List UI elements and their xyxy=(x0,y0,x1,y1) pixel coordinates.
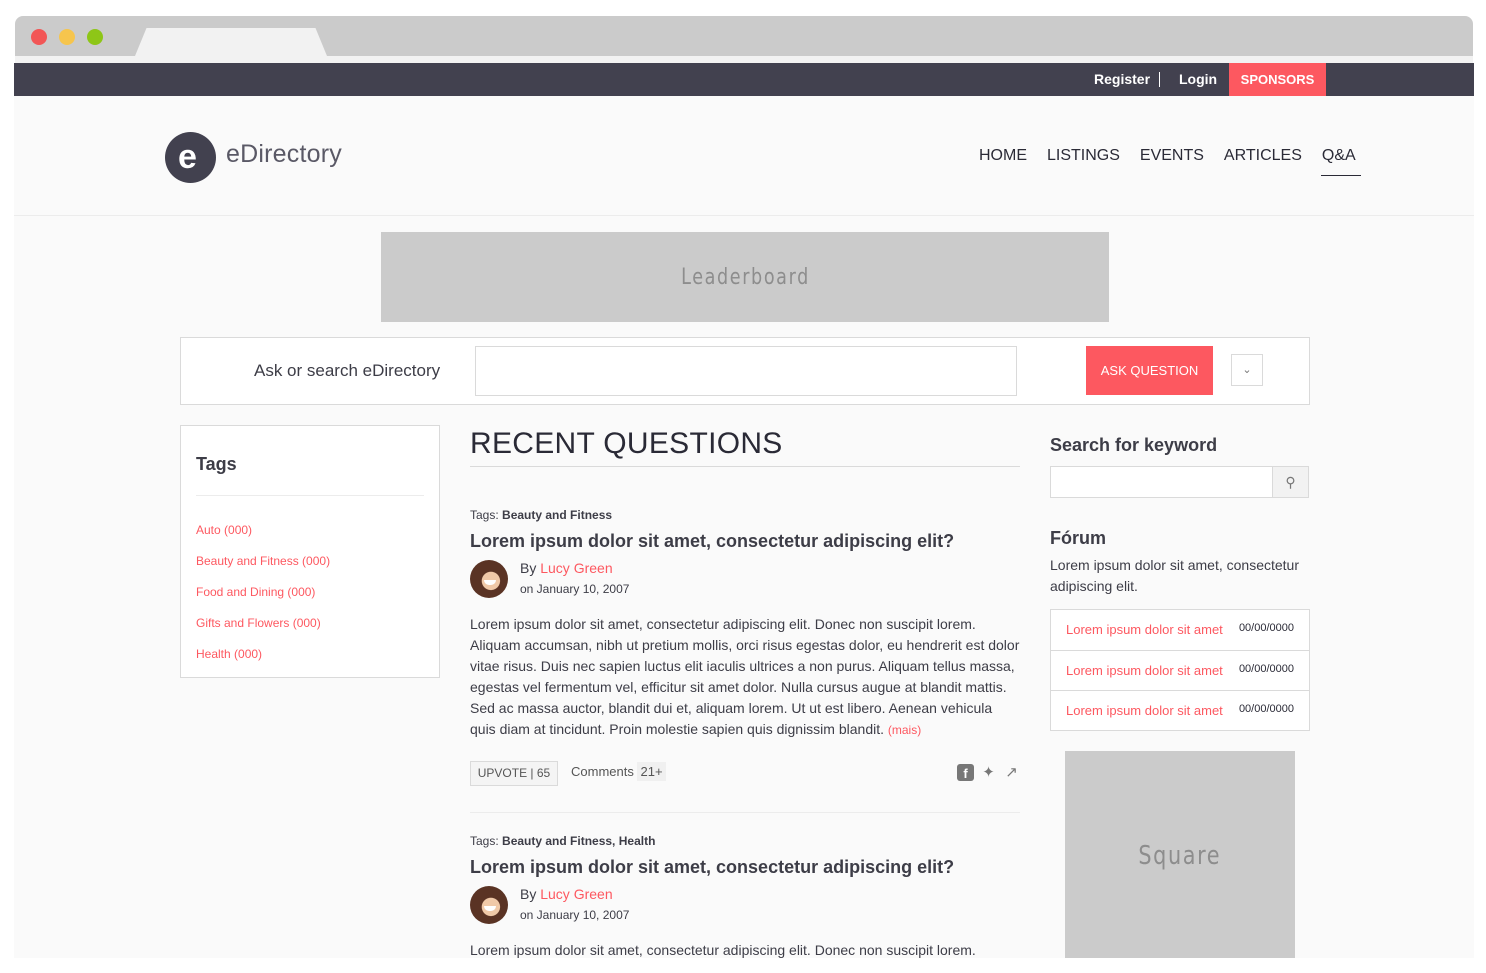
tags-panel: Tags Auto (000) Beauty and Fitness (000)… xyxy=(180,425,440,678)
facebook-icon[interactable]: f xyxy=(957,764,974,781)
question-body-text: Lorem ipsum dolor sit amet, consectetur … xyxy=(470,942,976,958)
nav-home[interactable]: HOME xyxy=(979,147,1027,175)
tags-list: Auto (000) Beauty and Fitness (000) Food… xyxy=(196,521,330,676)
question-title[interactable]: Lorem ipsum dolor sit amet, consectetur … xyxy=(470,857,1020,878)
forum-item-link[interactable]: Lorem ipsum dolor sit amet xyxy=(1066,622,1223,637)
leaderboard-ad-label: Leaderboard xyxy=(680,264,810,290)
register-link[interactable]: Register xyxy=(1094,63,1150,96)
nav-events[interactable]: EVENTS xyxy=(1140,147,1204,175)
section-title: RECENT QUESTIONS xyxy=(470,427,783,460)
question-body-text: Lorem ipsum dolor sit amet, consectetur … xyxy=(470,616,1020,737)
keyword-search-title: Search for keyword xyxy=(1050,435,1218,455)
tag-link-gifts-flowers[interactable]: Gifts and Flowers (000) xyxy=(196,616,321,630)
avatar[interactable] xyxy=(470,560,508,598)
forum-item-link[interactable]: Lorem ipsum dolor sit amet xyxy=(1066,663,1223,678)
by-prefix: By xyxy=(520,886,537,902)
tags-value[interactable]: Beauty and Fitness xyxy=(502,508,612,522)
top-bar: Register Login SPONSORS xyxy=(14,63,1474,96)
share-icon[interactable]: ↗ xyxy=(1003,764,1020,781)
forum-item-link[interactable]: Lorem ipsum dolor sit amet xyxy=(1066,703,1223,718)
question-author: By Lucy Green on January 10, 2007 xyxy=(470,886,1020,932)
keyword-search-field: ⚲ xyxy=(1050,466,1309,498)
browser-toolbar-strip xyxy=(15,56,1473,63)
question-date: on January 10, 2007 xyxy=(520,582,630,596)
logo-letter: e xyxy=(178,138,197,176)
comments-count: 21+ xyxy=(637,762,666,781)
ask-search-label: Ask or search eDirectory xyxy=(254,361,441,380)
read-more-link[interactable]: (mais) xyxy=(888,723,921,737)
author-link[interactable]: Lucy Green xyxy=(540,560,612,576)
tag-link-food-dining[interactable]: Food and Dining (000) xyxy=(196,585,315,599)
tag-link-health[interactable]: Health (000) xyxy=(196,647,262,661)
sponsors-button[interactable]: SPONSORS xyxy=(1229,63,1326,96)
search-icon[interactable]: ⚲ xyxy=(1272,467,1308,497)
question-title[interactable]: Lorem ipsum dolor sit amet, consectetur … xyxy=(470,531,1020,552)
forum-item: Lorem ipsum dolor sit amet 00/00/0000 xyxy=(1051,690,1309,730)
author-link[interactable]: Lucy Green xyxy=(540,886,612,902)
forum-item-date: 00/00/0000 xyxy=(1238,703,1294,715)
question-tags: Tags: Beauty and Fitness xyxy=(470,508,1020,522)
divider xyxy=(196,495,424,496)
divider xyxy=(470,466,1020,467)
square-ad[interactable]: Square xyxy=(1065,751,1295,958)
by-prefix: By xyxy=(520,560,537,576)
nav-listings[interactable]: LISTINGS xyxy=(1047,147,1120,175)
main-nav: HOME LISTINGS EVENTS ARTICLES Q&A xyxy=(979,147,1376,176)
recent-questions-section: RECENT QUESTIONS Tags: Beauty and Fitnes… xyxy=(470,425,1020,958)
question-author: By Lucy Green on January 10, 2007 xyxy=(470,560,1020,606)
author-line: By Lucy Green xyxy=(520,560,613,576)
ask-search-input[interactable] xyxy=(475,346,1017,396)
chevron-down-icon[interactable]: ⌄ xyxy=(1231,354,1263,386)
tags-value[interactable]: Beauty and Fitness, Health xyxy=(502,834,655,848)
topbar-separator xyxy=(1159,72,1160,87)
comments-link[interactable]: Comments 21+ xyxy=(571,762,666,781)
right-sidebar: Search for keyword ⚲ Fórum Lorem ipsum d… xyxy=(1050,425,1310,731)
tags-prefix: Tags: xyxy=(470,834,499,848)
keyword-search-input[interactable] xyxy=(1051,467,1271,497)
twitter-icon[interactable]: ✦ xyxy=(980,764,997,781)
forum-description: Lorem ipsum dolor sit amet, consectetur … xyxy=(1050,557,1299,594)
question-item: Tags: Beauty and Fitness, Health Lorem i… xyxy=(470,834,1020,958)
browser-chrome xyxy=(15,16,1473,56)
author-line: By Lucy Green xyxy=(520,886,613,902)
maximize-window-button[interactable] xyxy=(87,29,103,45)
forum-list: Lorem ipsum dolor sit amet 00/00/0000 Lo… xyxy=(1050,609,1310,731)
question-item: Tags: Beauty and Fitness Lorem ipsum dol… xyxy=(470,508,1020,813)
forum-item: Lorem ipsum dolor sit amet 00/00/0000 xyxy=(1051,610,1309,650)
site-name[interactable]: eDirectory xyxy=(226,140,342,169)
minimize-window-button[interactable] xyxy=(59,29,75,45)
nav-articles[interactable]: ARTICLES xyxy=(1224,147,1302,175)
forum-item: Lorem ipsum dolor sit amet 00/00/0000 xyxy=(1051,650,1309,690)
question-body: Lorem ipsum dolor sit amet, consectetur … xyxy=(470,940,1020,958)
forum-item-date: 00/00/0000 xyxy=(1238,663,1294,675)
question-date: on January 10, 2007 xyxy=(520,908,630,922)
ask-search-bar: Ask or search eDirectory ASK QUESTION ⌄ xyxy=(180,337,1310,405)
page: Register Login SPONSORS e eDirectory HOM… xyxy=(14,63,1474,958)
ask-question-button[interactable]: ASK QUESTION xyxy=(1086,346,1213,395)
tags-title: Tags xyxy=(196,454,237,474)
upvote-button[interactable]: UPVOTE | 65 xyxy=(470,761,558,786)
leaderboard-ad[interactable]: Leaderboard xyxy=(381,232,1109,322)
logo-icon[interactable]: e xyxy=(165,132,216,183)
share-icons: f ✦ ↗ xyxy=(957,764,1020,781)
browser-tab[interactable] xyxy=(135,28,327,56)
tag-link-auto[interactable]: Auto (000) xyxy=(196,523,252,537)
nav-qa[interactable]: Q&A xyxy=(1320,147,1361,176)
close-window-button[interactable] xyxy=(31,29,47,45)
tags-prefix: Tags: xyxy=(470,508,499,522)
forum-item-date: 00/00/0000 xyxy=(1238,622,1294,634)
square-ad-label: Square xyxy=(1138,841,1222,871)
site-header: e eDirectory HOME LISTINGS EVENTS ARTICL… xyxy=(14,96,1474,216)
comments-label: Comments xyxy=(571,764,634,779)
forum-title: Fórum xyxy=(1050,528,1106,548)
question-actions: UPVOTE | 65 Comments 21+ f ✦ ↗ xyxy=(470,751,1020,813)
login-link[interactable]: Login xyxy=(1179,63,1217,96)
avatar[interactable] xyxy=(470,886,508,924)
tag-link-beauty-fitness[interactable]: Beauty and Fitness (000) xyxy=(196,554,330,568)
question-body: Lorem ipsum dolor sit amet, consectetur … xyxy=(470,614,1020,741)
question-tags: Tags: Beauty and Fitness, Health xyxy=(470,834,1020,848)
